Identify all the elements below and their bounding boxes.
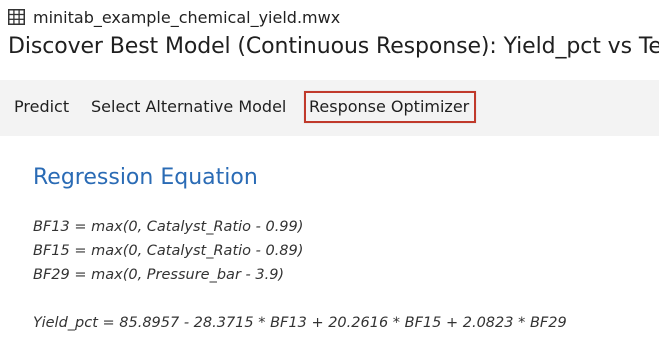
output-toolbar: Predict Select Alternative Model Respons…	[0, 80, 659, 136]
analysis-title: Discover Best Model (Continuous Response…	[8, 34, 659, 59]
spreadsheet-grid-icon	[8, 9, 25, 25]
select-alternative-model-button[interactable]: Select Alternative Model	[91, 97, 286, 116]
basis-function-bf29: BF29 = max(0, Pressure_bar - 3.9)	[33, 267, 285, 283]
file-title-row: minitab_example_chemical_yield.mwx	[8, 4, 340, 30]
file-name: minitab_example_chemical_yield.mwx	[33, 7, 341, 27]
output-window: minitab_example_chemical_yield.mwx Disco…	[0, 0, 659, 343]
basis-function-bf15: BF15 = max(0, Catalyst_Ratio - 0.89)	[33, 243, 304, 259]
predict-button[interactable]: Predict	[14, 97, 69, 116]
response-optimizer-button[interactable]: Response Optimizer	[304, 91, 477, 123]
regression-equation: Yield_pct = 85.8957 - 28.3715 * BF13 + 2…	[33, 315, 567, 331]
basis-function-bf13: BF13 = max(0, Catalyst_Ratio - 0.99)	[33, 219, 304, 235]
regression-equation-heading: Regression Equation	[33, 165, 258, 190]
